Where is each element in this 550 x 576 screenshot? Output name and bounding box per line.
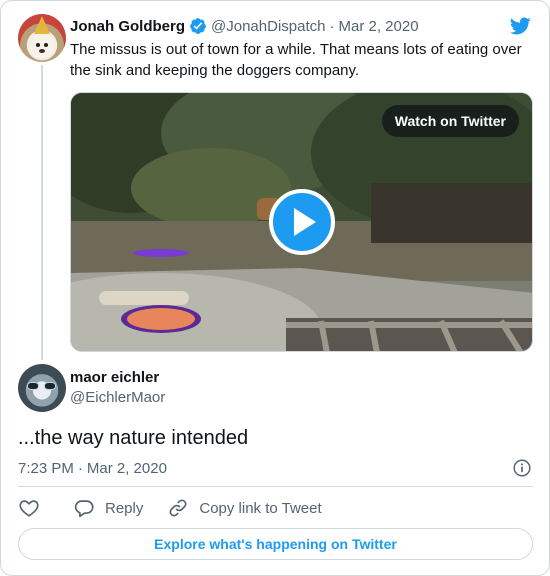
reply-button[interactable]: Reply	[73, 497, 143, 519]
watch-on-twitter-button[interactable]: Watch on Twitter	[381, 105, 519, 137]
timestamp-separator: ·	[77, 459, 83, 477]
dog-face	[30, 34, 54, 58]
parent-tweet-text: The missus is out of town for a while. T…	[70, 41, 522, 79]
parent-author-avatar[interactable]	[18, 14, 66, 62]
explore-twitter-button[interactable]: Explore what's happening on Twitter	[18, 528, 533, 560]
parent-tweet-date[interactable]: Mar 2, 2020	[338, 18, 418, 35]
info-icon[interactable]	[511, 457, 533, 479]
tweet-timestamp[interactable]: 7:23 PM · Mar 2, 2020	[18, 458, 167, 478]
tweet-video-media[interactable]: Watch on Twitter	[70, 92, 533, 352]
header-separator: ·	[329, 17, 335, 35]
play-triangle	[294, 208, 316, 236]
parent-tweet-header: Jonah Goldberg @JonahDispatch · Mar 2, 2…	[70, 15, 419, 37]
actions-divider	[18, 486, 533, 487]
dog-eye	[36, 43, 40, 47]
party-hat	[34, 16, 50, 34]
copy-link-button[interactable]: Copy link to Tweet	[167, 497, 322, 519]
reply-tweet-text: ...the way nature intended	[18, 427, 249, 449]
dog-nose	[39, 49, 45, 53]
parent-author-handle[interactable]: @JonahDispatch	[211, 18, 325, 35]
reply-bubble-icon	[74, 500, 94, 518]
reply-label: Reply	[105, 499, 144, 517]
twitter-bird-icon[interactable]	[508, 15, 532, 37]
sunglasses	[27, 382, 57, 390]
play-icon[interactable]	[269, 189, 335, 255]
reply-author-handle[interactable]: @EichlerMaor	[70, 389, 165, 406]
thread-connector-line	[41, 65, 43, 360]
heart-icon	[19, 500, 39, 517]
tweet-time[interactable]: 7:23 PM	[18, 460, 74, 477]
like-button[interactable]	[18, 497, 40, 519]
reply-author-avatar[interactable]	[18, 364, 66, 412]
tweet-date[interactable]: Mar 2, 2020	[87, 460, 167, 477]
dog-eye	[44, 43, 48, 47]
link-icon	[169, 499, 187, 517]
copy-link-label: Copy link to Tweet	[199, 499, 322, 517]
tweet-embed-card: Jonah Goldberg @JonahDispatch · Mar 2, 2…	[0, 0, 550, 576]
tweet-actions-bar: Reply Copy link to Tweet	[18, 494, 322, 522]
reply-author-name[interactable]: maor eichler	[70, 369, 159, 386]
verified-badge-icon	[190, 18, 206, 34]
parent-author-name[interactable]: Jonah Goldberg	[70, 18, 185, 35]
